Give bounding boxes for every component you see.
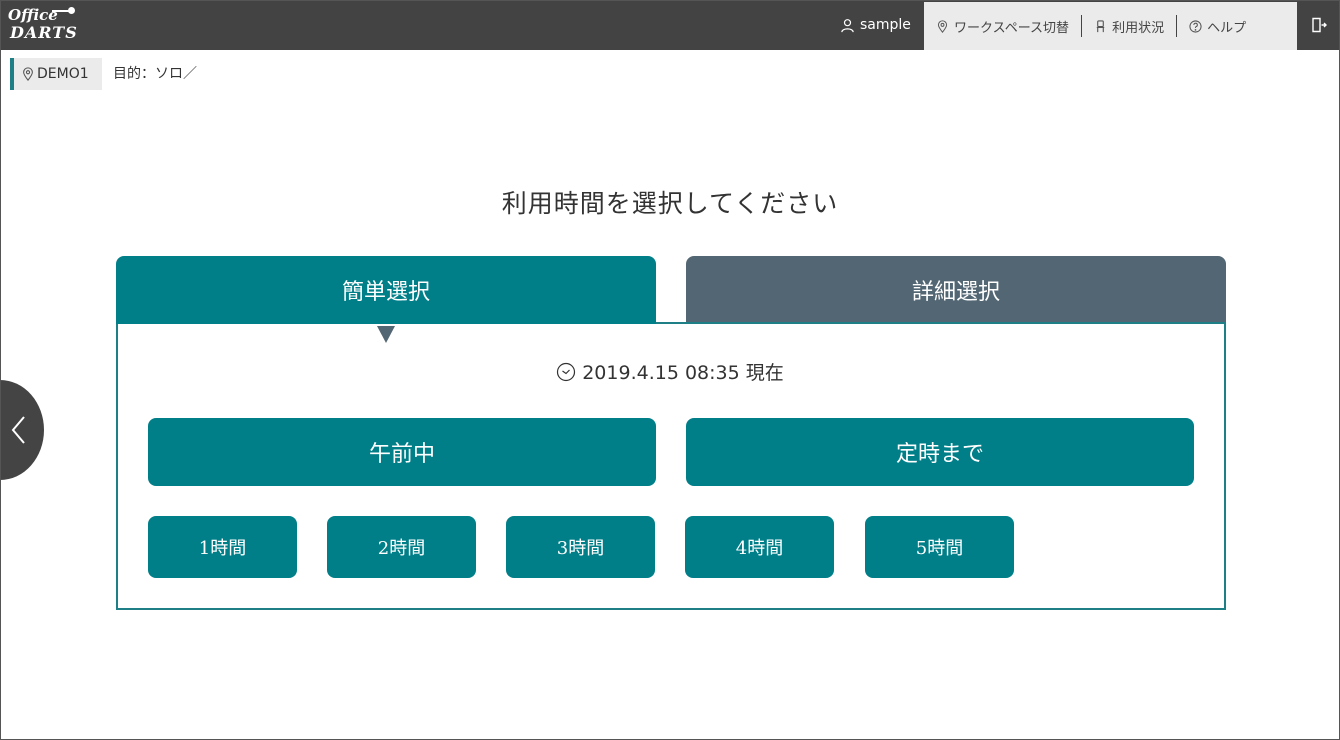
hour-5-button[interactable]: 5時間 bbox=[865, 516, 1014, 578]
header-nav: ワークスペース切替 利用状況 ヘルプ bbox=[924, 2, 1297, 50]
current-time-text: 2019.4.15 08:35 現在 bbox=[582, 362, 784, 384]
nav-help[interactable]: ヘルプ bbox=[1177, 16, 1258, 36]
location-pin-icon bbox=[23, 67, 33, 81]
hour-2-button[interactable]: 2時間 bbox=[327, 516, 476, 578]
hour-4-button[interactable]: 4時間 bbox=[685, 516, 834, 578]
user-menu[interactable]: sample bbox=[840, 0, 911, 50]
clock-icon bbox=[557, 362, 576, 381]
until-close-button[interactable]: 定時まで bbox=[686, 418, 1194, 486]
logo-line1: Office bbox=[8, 6, 58, 24]
workspace-name: DEMO1 bbox=[37, 66, 89, 82]
nav-usage-label: 利用状況 bbox=[1112, 20, 1165, 36]
morning-button[interactable]: 午前中 bbox=[148, 418, 656, 486]
app-logo[interactable]: Office DARTS bbox=[8, 6, 78, 44]
user-icon bbox=[841, 18, 854, 32]
page-title: 利用時間を選択してください bbox=[501, 189, 839, 218]
tab-simple-select[interactable]: 簡単選択 bbox=[116, 256, 656, 324]
hour-1-button[interactable]: 1時間 bbox=[148, 516, 297, 578]
nav-help-label: ヘルプ bbox=[1207, 20, 1247, 36]
app-header: Office DARTS sample ワークスペース切替 利用状況 ヘルプ bbox=[0, 0, 1340, 50]
hour-3-button[interactable]: 3時間 bbox=[506, 516, 655, 578]
nav-workspace-switch[interactable]: ワークスペース切替 bbox=[924, 16, 1081, 36]
active-tab-pointer bbox=[377, 326, 395, 343]
nav-workspace-label: ワークスペース切替 bbox=[954, 20, 1070, 36]
question-circle-icon bbox=[1189, 19, 1202, 33]
chair-icon bbox=[1096, 19, 1105, 32]
user-name: sample bbox=[860, 17, 911, 33]
dart-icon bbox=[52, 7, 75, 14]
logout-button[interactable] bbox=[1297, 0, 1340, 50]
nav-usage[interactable]: 利用状況 bbox=[1082, 16, 1176, 36]
purpose-label: 目的：ソロ／ bbox=[113, 66, 197, 82]
logout-icon bbox=[1311, 17, 1327, 33]
location-pin-icon bbox=[937, 19, 948, 33]
logo-line2: DARTS bbox=[10, 23, 78, 42]
chevron-left-icon bbox=[11, 416, 25, 444]
workspace-tag: DEMO1 bbox=[10, 58, 102, 90]
current-time: 2019.4.15 08:35 現在 bbox=[0, 358, 1340, 385]
tab-detail-select[interactable]: 詳細選択 bbox=[686, 256, 1226, 324]
